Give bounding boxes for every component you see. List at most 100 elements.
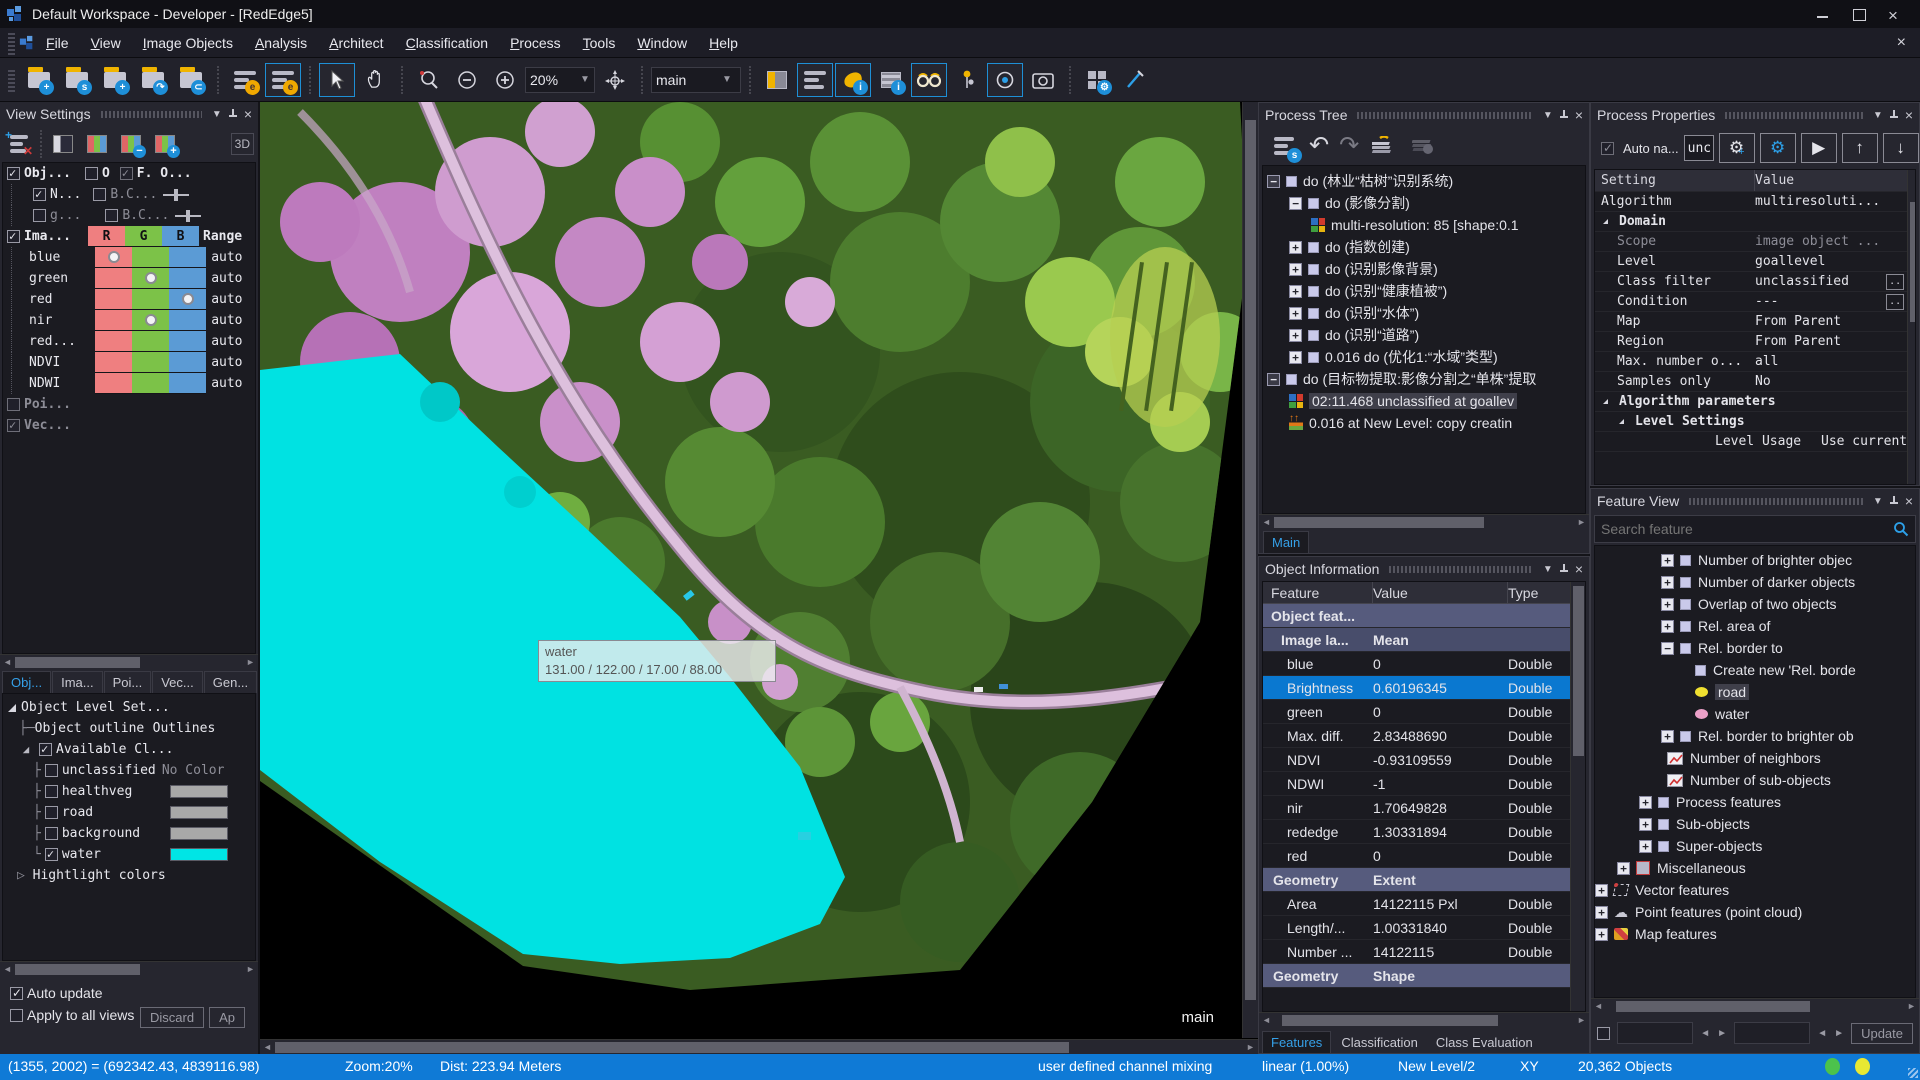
move-up-icon[interactable]: ↑ (1842, 133, 1878, 163)
r-cell[interactable] (95, 331, 132, 352)
close-icon[interactable]: × (244, 107, 252, 121)
process-row[interactable]: + do (指数创建) (1267, 236, 1585, 258)
pin-icon[interactable] (1559, 564, 1569, 574)
range-value[interactable]: auto (206, 355, 255, 370)
process-row[interactable]: + do (识别“道路”) (1267, 324, 1585, 346)
feature-item[interactable]: +Sub-objects (1595, 813, 1915, 835)
b-cell[interactable] (169, 289, 206, 310)
layer-name[interactable]: green (29, 271, 95, 286)
process-row[interactable]: + do (识别影像背景) (1267, 258, 1585, 280)
update-button[interactable]: Update (1851, 1023, 1913, 1044)
feature-item[interactable]: Number of neighbors (1595, 747, 1915, 769)
snapshot-icon[interactable] (1025, 63, 1061, 97)
expand-icon[interactable]: + (1639, 840, 1652, 853)
class-checkbox[interactable] (45, 848, 58, 861)
drag-handle[interactable] (1689, 498, 1863, 505)
drag-handle[interactable] (1357, 112, 1532, 119)
tab-object-levels[interactable]: Obj... (2, 671, 51, 693)
tab-image-layers[interactable]: Ima... (52, 671, 103, 693)
r-cell[interactable] (95, 352, 132, 373)
range-value[interactable]: auto (206, 376, 255, 391)
property-row[interactable]: Condition---.. (1595, 292, 1907, 312)
b-cell[interactable] (169, 373, 206, 394)
menu-window[interactable]: Window (626, 31, 698, 55)
import-scene-icon[interactable]: ↷ (135, 63, 171, 97)
ellipsis-button[interactable]: .. (1886, 274, 1904, 290)
table-row[interactable]: NDVI-0.93109559Double (1263, 748, 1570, 772)
apply-all-views-checkbox[interactable] (10, 1009, 23, 1022)
expand-icon[interactable]: + (1661, 730, 1674, 743)
property-row[interactable]: Levelgoallevel (1595, 252, 1907, 272)
process-row[interactable]: − do (影像分割) (1267, 192, 1585, 214)
horizontal-scrollbar[interactable]: ◄► (1259, 514, 1589, 529)
table-row[interactable]: Length/...1.00331840Double (1263, 916, 1570, 940)
column-feature[interactable]: Feature (1263, 582, 1373, 603)
layer-name[interactable]: nir (29, 313, 95, 328)
section-row[interactable]: Domain (1595, 212, 1907, 232)
increment-icon[interactable]: ► (1834, 1028, 1844, 1039)
search-icon[interactable] (1893, 521, 1909, 537)
range-min-field[interactable] (1617, 1022, 1693, 1044)
table-row[interactable]: Area14122115 PxlDouble (1263, 892, 1570, 916)
class-row[interactable]: ├ road (3, 802, 255, 823)
vertical-scrollbar[interactable] (1907, 170, 1916, 484)
navigate-crosshair-icon[interactable] (597, 63, 633, 97)
feature-item[interactable]: +Rel. border to brighter ob (1595, 725, 1915, 747)
search-input[interactable] (1601, 521, 1893, 537)
expanded-icon[interactable] (23, 746, 29, 752)
previous-layer-icon[interactable] (116, 130, 146, 158)
vector-checkbox[interactable] (7, 419, 20, 432)
point-cloud-checkbox[interactable] (7, 398, 20, 411)
horizontal-scrollbar[interactable]: ◄► (0, 961, 258, 976)
bc2-checkbox[interactable] (105, 209, 118, 222)
pin-icon[interactable] (1559, 110, 1569, 120)
process-row[interactable]: + do (识别“健康植被”) (1267, 280, 1585, 302)
chevron-down-icon[interactable]: ▼ (722, 74, 732, 85)
slider-icon[interactable] (163, 188, 189, 202)
class-color-swatch[interactable] (170, 848, 228, 861)
section-row[interactable]: GeometryExtent (1263, 868, 1570, 892)
cursor-icon[interactable] (319, 63, 355, 97)
process-name-field[interactable] (1684, 135, 1714, 161)
g-cell[interactable] (132, 310, 169, 331)
expand-icon[interactable]: + (1639, 818, 1652, 831)
decrement-icon[interactable]: ◄ (1700, 1028, 1710, 1039)
zoom-in-icon[interactable] (487, 63, 523, 97)
feature-item[interactable]: +Map features (1595, 923, 1915, 945)
r-cell[interactable] (95, 268, 132, 289)
range-max-field[interactable] (1734, 1022, 1810, 1044)
feature-item[interactable]: Create new 'Rel. borde (1595, 659, 1915, 681)
b-cell[interactable] (169, 268, 206, 289)
class-color-swatch[interactable] (170, 806, 228, 819)
viewer-vertical-scrollbar[interactable] (1242, 102, 1258, 1038)
tree-item[interactable]: ▷ Hightlight colors (3, 865, 255, 886)
property-row[interactable]: Level UsageUse current (1595, 432, 1907, 452)
layer-name[interactable]: red (29, 292, 95, 307)
pan-hand-icon[interactable] (357, 63, 393, 97)
delete-levels-icon[interactable] (1409, 132, 1439, 160)
single-layer-view-icon[interactable] (797, 63, 833, 97)
range-value[interactable]: auto (206, 334, 255, 349)
menu-analysis[interactable]: Analysis (244, 31, 318, 55)
menu-process[interactable]: Process (499, 31, 572, 55)
g-cell[interactable] (132, 331, 169, 352)
b-cell[interactable] (169, 352, 206, 373)
tab-classification[interactable]: Classification (1333, 1032, 1426, 1053)
bc1-checkbox[interactable] (93, 188, 106, 201)
expand-icon[interactable]: + (1661, 576, 1674, 589)
zoom-level-input[interactable] (530, 72, 574, 88)
menu-classification[interactable]: Classification (395, 31, 500, 55)
range-value[interactable]: auto (206, 271, 255, 286)
table-row[interactable]: blue0Double (1263, 652, 1570, 676)
process-row[interactable]: − do (林业“枯树”识别系统) (1267, 170, 1585, 192)
g-checkbox[interactable] (33, 209, 46, 222)
image-viewport[interactable]: water 131.00 / 122.00 / 17.00 / 88.00 ma… (260, 102, 1242, 1038)
r-cell[interactable] (95, 310, 132, 331)
horizontal-scrollbar[interactable]: ◄► (0, 654, 258, 669)
expand-icon[interactable]: + (1289, 351, 1302, 364)
expand-icon[interactable]: + (1289, 241, 1302, 254)
chevron-down-icon[interactable]: ▼ (212, 109, 222, 120)
g-cell[interactable] (132, 247, 169, 268)
tab-features[interactable]: Features (1262, 1031, 1331, 1053)
measure-pen-icon[interactable] (1117, 63, 1153, 97)
